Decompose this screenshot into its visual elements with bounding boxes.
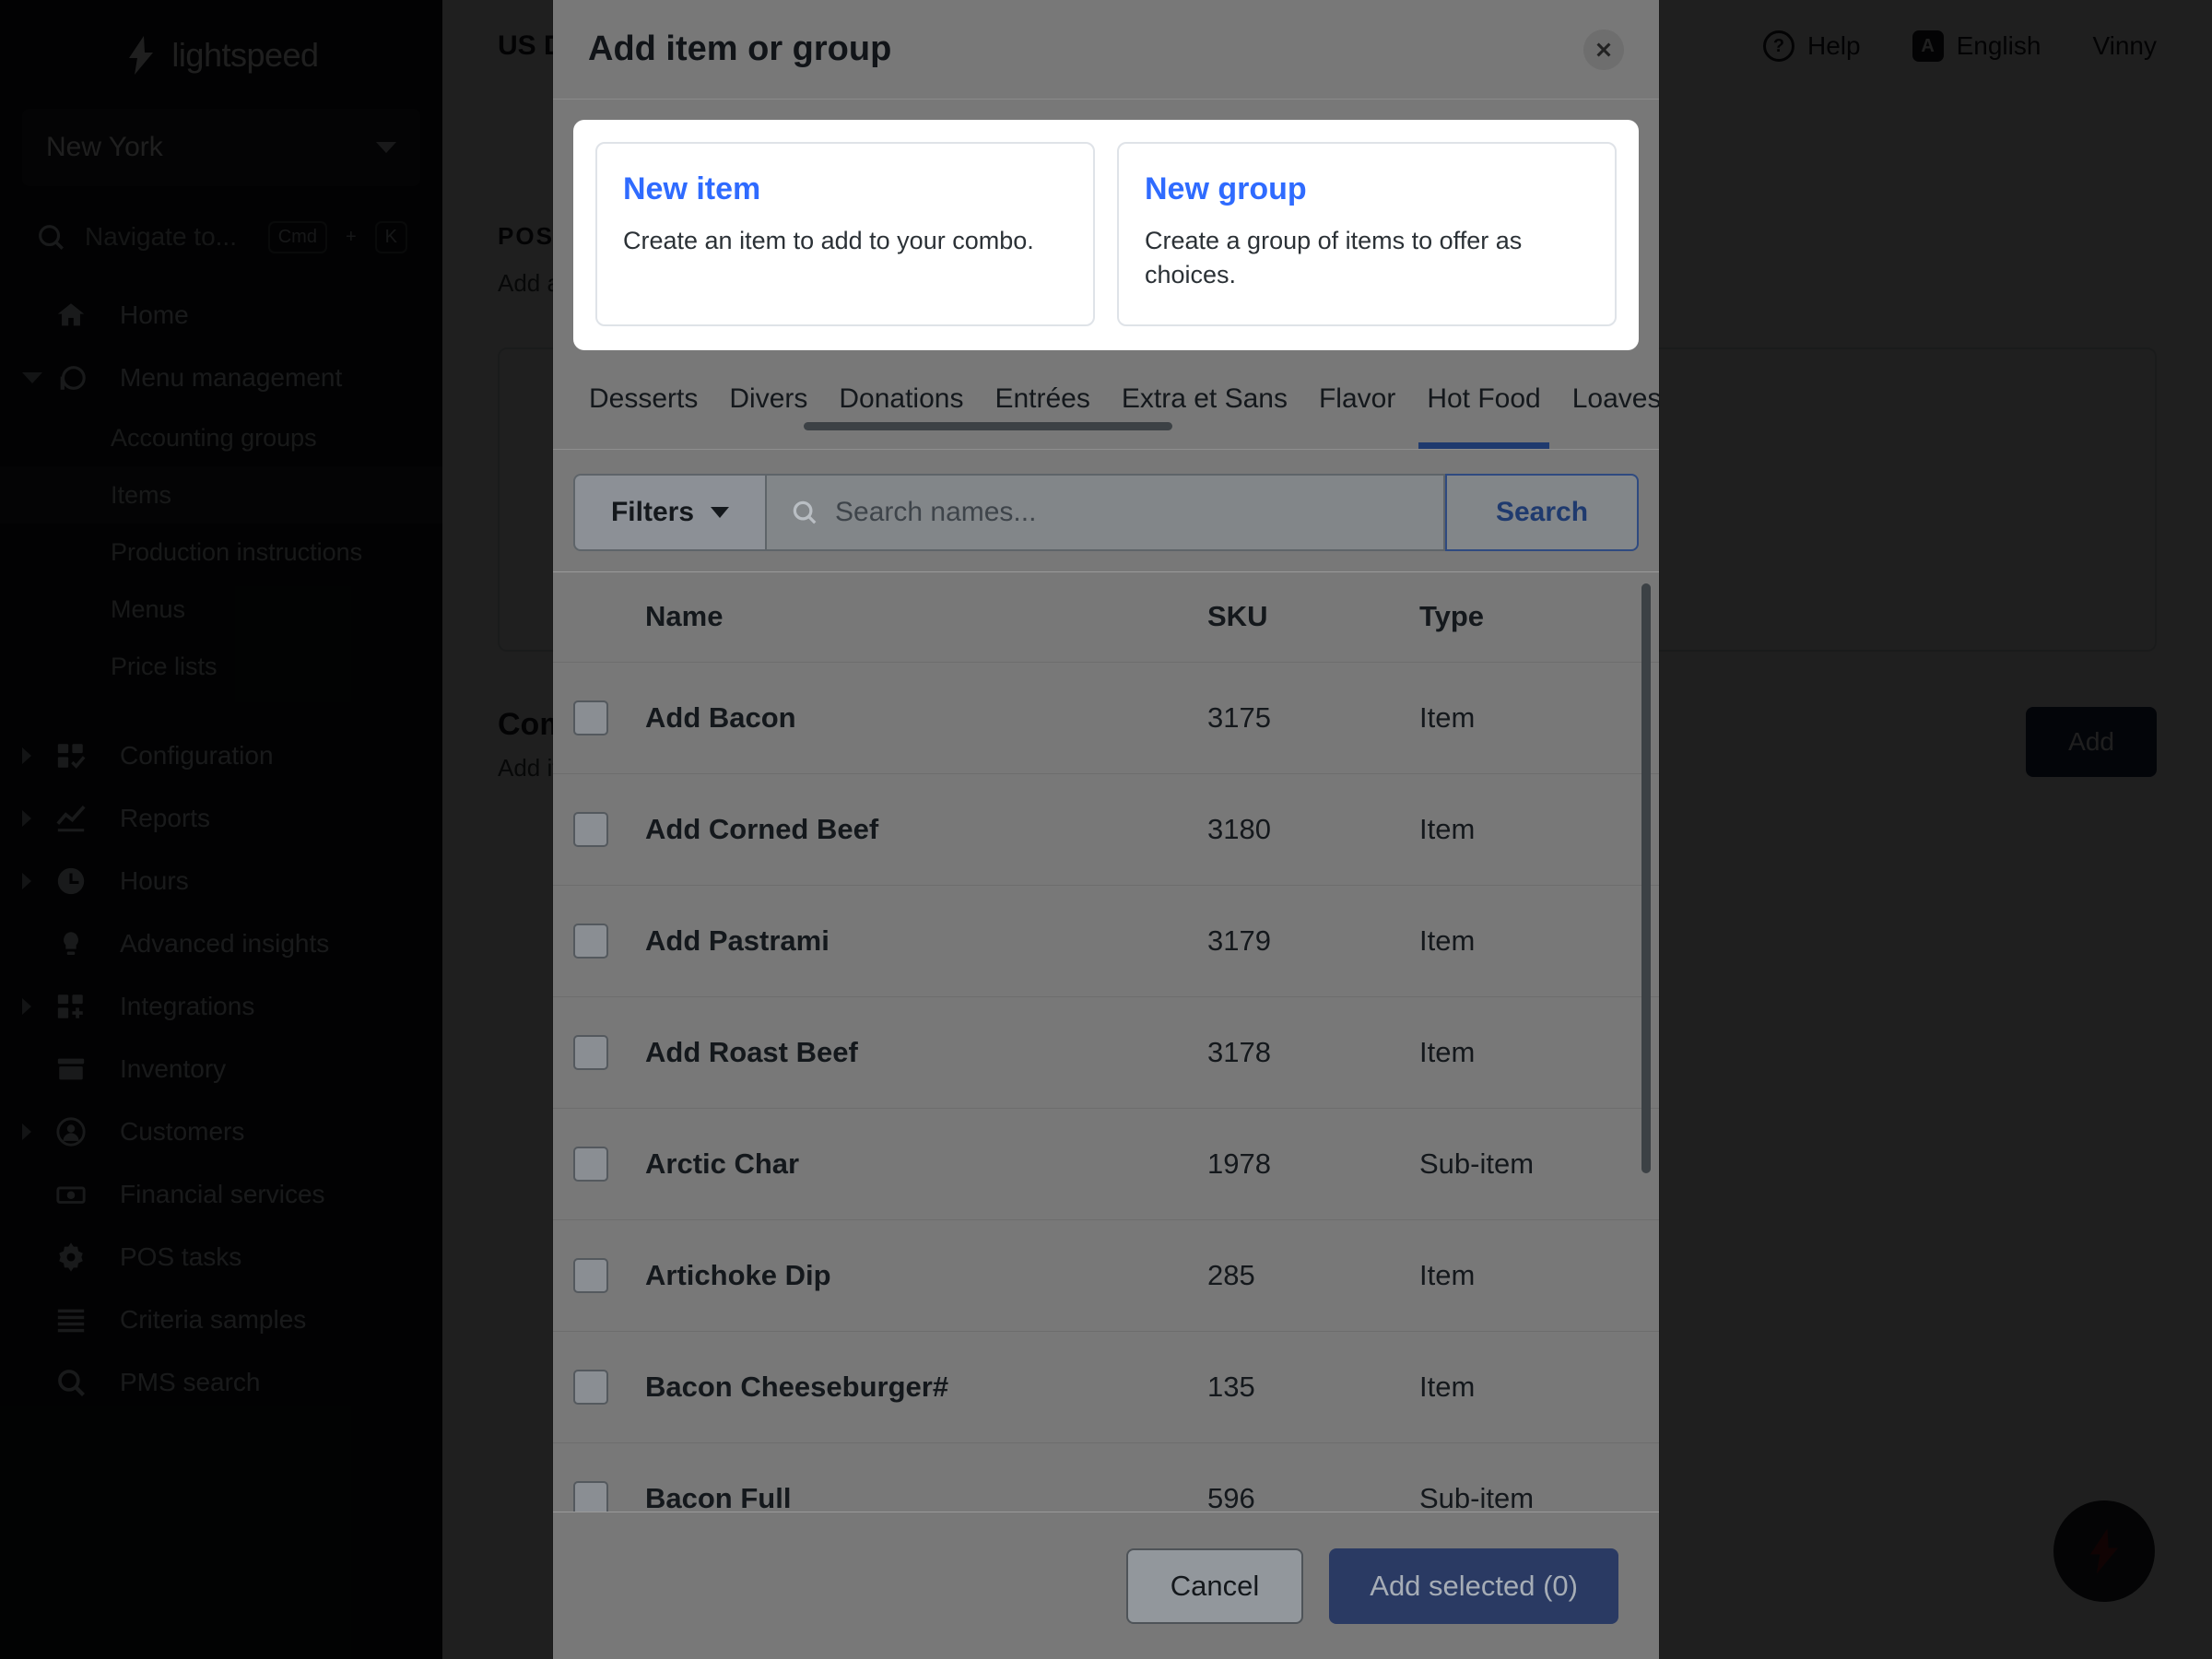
tab-donations[interactable]: Donations: [823, 350, 979, 449]
cell-type: Item: [1419, 1035, 1476, 1068]
tab-divers[interactable]: Divers: [713, 350, 823, 449]
tab-flavor[interactable]: Flavor: [1303, 350, 1411, 449]
search-input[interactable]: Search names...: [767, 473, 1445, 551]
new-item-card[interactable]: New item Create an item to add to your c…: [595, 142, 1095, 326]
creation-choices: New item Create an item to add to your c…: [573, 120, 1639, 350]
cell-sku: 3180: [1207, 812, 1271, 845]
row-checkbox-cell[interactable]: [573, 811, 645, 847]
table-row[interactable]: Artichoke Dip 285 Item: [553, 1220, 1659, 1332]
cell-sku: 1978: [1207, 1147, 1271, 1180]
dialog-footer: Cancel Add selected (0): [553, 1512, 1659, 1659]
tab-extra-et-sans[interactable]: Extra et Sans: [1106, 350, 1303, 449]
cell-type: Item: [1419, 924, 1476, 957]
chevron-down-icon: [711, 506, 730, 518]
tab-desserts[interactable]: Desserts: [573, 350, 713, 449]
column-header-name[interactable]: Name: [645, 600, 1207, 633]
cancel-button[interactable]: Cancel: [1125, 1547, 1304, 1624]
search-icon: [793, 500, 817, 524]
tab-loaves[interactable]: Loaves: [1557, 350, 1659, 449]
tabs-horizontal-scrollbar[interactable]: [804, 421, 1172, 430]
add-item-or-group-dialog: Add item or group New item Create an ite…: [553, 0, 1659, 1659]
new-group-card[interactable]: New group Create a group of items to off…: [1117, 142, 1617, 326]
table-row[interactable]: Bacon Cheeseburger# 135 Item: [553, 1332, 1659, 1443]
checkbox-icon[interactable]: [573, 1480, 608, 1512]
row-checkbox-cell[interactable]: [573, 923, 645, 959]
row-checkbox-cell[interactable]: [573, 1034, 645, 1070]
checkbox-icon[interactable]: [573, 1369, 608, 1405]
cell-name: Arctic Char: [645, 1147, 800, 1180]
table-row[interactable]: Add Roast Beef 3178 Item: [553, 997, 1659, 1109]
column-header-type[interactable]: Type: [1419, 600, 1659, 633]
row-checkbox-cell[interactable]: [573, 1369, 645, 1405]
add-selected-button[interactable]: Add selected (0): [1329, 1547, 1618, 1624]
table-vertical-scrollbar[interactable]: [1641, 582, 1651, 1173]
new-item-title: New item: [623, 171, 761, 206]
cell-sku: 596: [1207, 1481, 1255, 1512]
cell-name: Add Roast Beef: [645, 1035, 858, 1068]
cell-type: Item: [1419, 812, 1476, 845]
dialog-title: Add item or group: [588, 29, 892, 68]
table-row[interactable]: Add Bacon 3175 Item: [553, 663, 1659, 774]
close-icon[interactable]: [1583, 29, 1624, 70]
filters-label: Filters: [610, 496, 695, 527]
search-toolbar-row: Filters Search names... Search: [573, 473, 1639, 551]
new-item-desc: Create an item to add to your combo.: [623, 227, 1034, 254]
cell-name: Bacon Full: [645, 1481, 792, 1512]
cell-type: Sub-item: [1419, 1481, 1535, 1512]
search-button[interactable]: Search: [1445, 473, 1639, 551]
cell-name: Add Pastrami: [645, 924, 830, 957]
checkbox-icon[interactable]: [573, 1034, 608, 1070]
row-checkbox-cell[interactable]: [573, 1257, 645, 1293]
column-header-sku[interactable]: SKU: [1207, 600, 1419, 633]
cell-name: Bacon Cheeseburger#: [645, 1370, 949, 1403]
cell-type: Item: [1419, 1258, 1476, 1291]
cell-sku: 285: [1207, 1258, 1255, 1291]
checkbox-icon[interactable]: [573, 811, 608, 847]
cell-sku: 135: [1207, 1370, 1255, 1403]
checkbox-icon[interactable]: [573, 923, 608, 959]
cell-type: Sub-item: [1419, 1147, 1535, 1180]
row-checkbox-cell[interactable]: [573, 700, 645, 735]
search-input-placeholder: Search names...: [835, 496, 1037, 527]
cell-name: Add Bacon: [645, 700, 796, 734]
cell-name: Add Corned Beef: [645, 812, 879, 845]
dialog-header: Add item or group: [553, 0, 1659, 100]
table-row[interactable]: Add Corned Beef 3180 Item: [553, 774, 1659, 886]
filters-button[interactable]: Filters: [573, 473, 767, 551]
table-header-row: Name SKU Type: [553, 572, 1659, 663]
table-row[interactable]: Arctic Char 1978 Sub-item: [553, 1109, 1659, 1220]
new-group-title: New group: [1145, 171, 1307, 206]
items-table: Name SKU Type Add Bacon 3175 Item Add Co…: [553, 571, 1659, 1512]
cell-sku: 3175: [1207, 700, 1271, 734]
checkbox-icon[interactable]: [573, 1257, 608, 1293]
cell-sku: 3178: [1207, 1035, 1271, 1068]
category-tabs: Desserts Divers Donations Entrées Extra …: [553, 350, 1659, 450]
row-checkbox-cell[interactable]: [573, 1146, 645, 1182]
row-checkbox-cell[interactable]: [573, 1480, 645, 1512]
new-group-desc: Create a group of items to offer as choi…: [1145, 227, 1523, 289]
table-row[interactable]: Add Pastrami 3179 Item: [553, 886, 1659, 997]
checkbox-icon[interactable]: [573, 700, 608, 735]
table-row[interactable]: Bacon Full 596 Sub-item: [553, 1443, 1659, 1512]
cell-type: Item: [1419, 1370, 1476, 1403]
cell-name: Artichoke Dip: [645, 1258, 831, 1291]
search-toolbar: Filters Search names... Search: [553, 450, 1659, 571]
cell-sku: 3179: [1207, 924, 1271, 957]
tab-hot-food[interactable]: Hot Food: [1411, 350, 1556, 449]
tab-entrees[interactable]: Entrées: [979, 350, 1105, 449]
cell-type: Item: [1419, 700, 1476, 734]
checkbox-icon[interactable]: [573, 1146, 608, 1182]
